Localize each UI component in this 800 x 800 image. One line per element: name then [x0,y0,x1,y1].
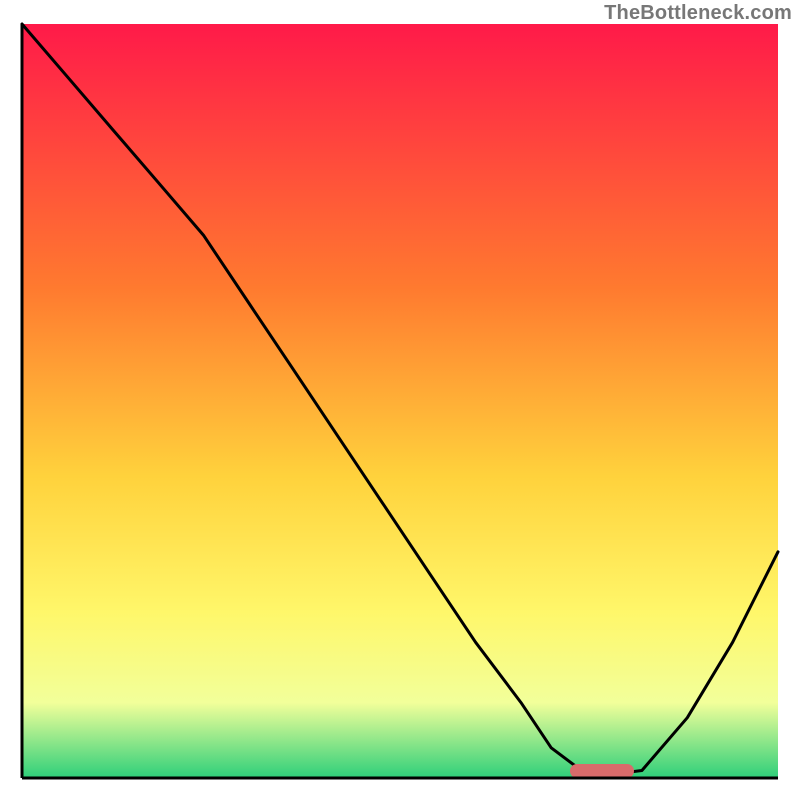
watermark-text: TheBottleneck.com [604,2,792,25]
optimal-marker [570,764,634,778]
chart-container: { "watermark": "TheBottleneck.com", "col… [0,0,800,800]
chart-svg [0,0,800,800]
plot-background [22,24,778,778]
